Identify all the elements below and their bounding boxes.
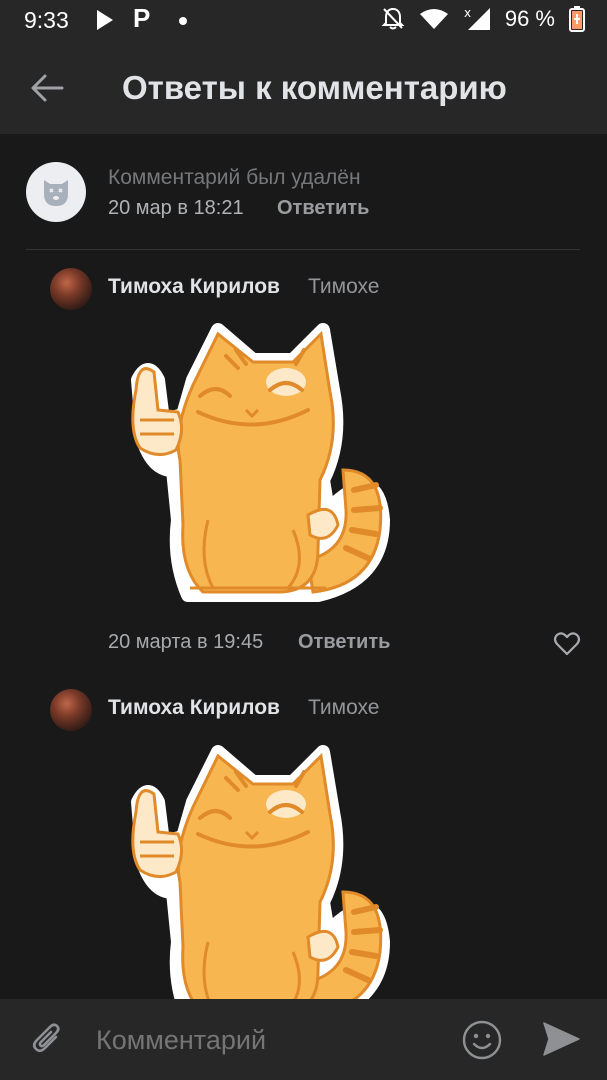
header: Ответы к комментарию	[0, 42, 607, 134]
paperclip-icon	[32, 1023, 60, 1053]
status-bar: 9:33 P x 96 %	[0, 0, 607, 42]
reply-button[interactable]: Ответить	[277, 197, 369, 220]
deleted-dog-icon	[44, 180, 68, 206]
reply-author[interactable]: Тимоха Кирилов	[108, 696, 280, 720]
deleted-user-avatar	[26, 162, 86, 222]
cat-thumbs-up-sticker	[118, 742, 398, 1028]
root-comment: Комментарий был удалён 20 мар в 18:21 От…	[0, 134, 607, 250]
reply-date: 20 марта в 19:45	[108, 631, 264, 653]
cat-thumbs-up-sticker	[118, 320, 398, 606]
play-icon	[97, 10, 113, 30]
heart-icon	[553, 632, 581, 656]
reply-to-name[interactable]: Тимохе	[308, 696, 379, 720]
like-button[interactable]	[553, 631, 581, 657]
avatar[interactable]	[50, 689, 92, 731]
wifi-icon	[419, 9, 448, 29]
app-notification-icon: P	[133, 3, 151, 33]
signal-icon: x	[464, 6, 490, 30]
status-icons: x 96 %	[381, 6, 585, 32]
emoji-button[interactable]	[461, 1019, 503, 1061]
reply-author[interactable]: Тимоха Кирилов	[108, 275, 280, 299]
reply-to-name[interactable]: Тимохе	[308, 275, 379, 299]
comment-date: 20 мар в 18:21	[108, 197, 244, 219]
page-title: Ответы к комментарию	[122, 69, 507, 106]
reply-item: Тимоха Кирилов Тимохе 20 марта в 19:45 О…	[0, 250, 607, 670]
reply-button[interactable]: Ответить	[298, 631, 390, 654]
avatar[interactable]	[50, 268, 92, 310]
arrow-left-icon	[31, 74, 64, 102]
svg-text:x: x	[464, 6, 471, 20]
send-button[interactable]	[541, 1020, 581, 1058]
mute-icon	[381, 7, 405, 30]
comment-input[interactable]	[96, 1021, 436, 1059]
deleted-comment-text: Комментарий был удалён	[108, 166, 361, 189]
battery-icon	[569, 6, 585, 32]
send-icon	[543, 1022, 580, 1056]
status-time: 9:33	[24, 7, 69, 33]
back-button[interactable]	[28, 68, 68, 108]
comment-composer	[0, 999, 607, 1080]
battery-percent: 96 %	[504, 6, 555, 31]
notification-dot-icon	[179, 17, 187, 25]
smile-icon	[462, 1020, 502, 1060]
attach-button[interactable]	[28, 1019, 68, 1059]
reply-item: Тимоха Кирилов Тимохе	[0, 670, 607, 1024]
